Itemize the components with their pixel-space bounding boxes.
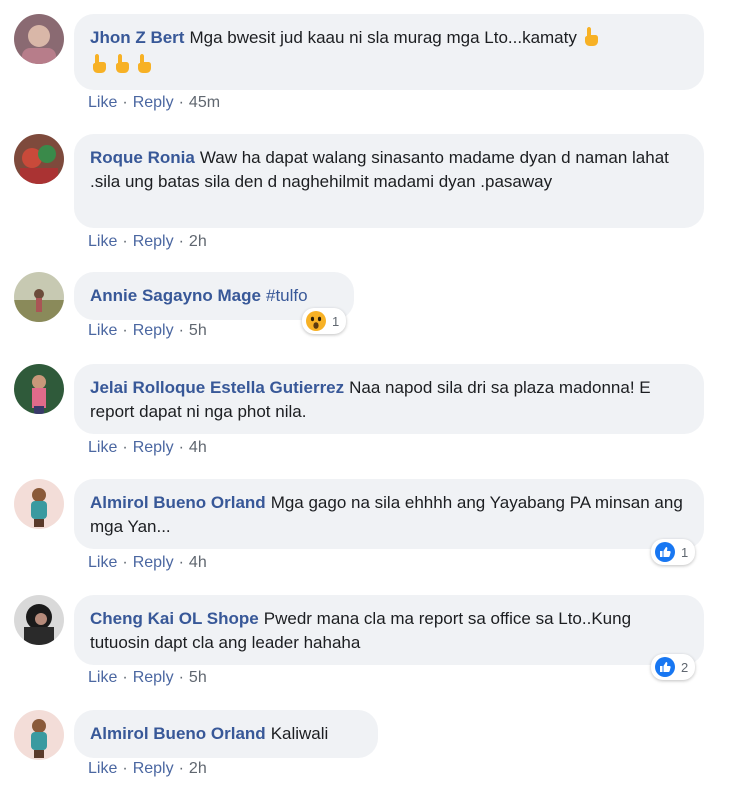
reply-link[interactable]: Reply (133, 760, 174, 777)
like-link[interactable]: Like (88, 760, 117, 777)
avatar[interactable] (14, 272, 64, 322)
comment-author[interactable]: Jelai Rolloque Estella Gutierrez (90, 378, 344, 397)
timestamp[interactable]: 2h (189, 233, 207, 250)
comment-actions: Like · Reply · 2h (88, 760, 207, 777)
timestamp[interactable]: 4h (189, 439, 207, 456)
like-reaction-icon (655, 542, 675, 562)
pointing-up-icon (135, 53, 153, 80)
wow-reaction-icon (306, 311, 326, 331)
reaction-count[interactable]: 1 (651, 539, 696, 565)
reply-link[interactable]: Reply (133, 233, 174, 250)
comment-actions: Like · Reply · 4h (88, 439, 207, 456)
comment-actions: Like · Reply · 5h (88, 322, 207, 339)
like-link[interactable]: Like (88, 439, 117, 456)
comment-text: Kaliwali (270, 724, 329, 743)
like-link[interactable]: Like (88, 233, 117, 250)
reply-link[interactable]: Reply (133, 669, 174, 686)
like-link[interactable]: Like (88, 94, 117, 111)
timestamp[interactable]: 45m (189, 94, 220, 111)
like-reaction-icon (655, 657, 675, 677)
comment-author[interactable]: Almirol Bueno Orland (90, 493, 266, 512)
avatar[interactable] (14, 14, 64, 64)
avatar[interactable] (14, 595, 64, 645)
like-link[interactable]: Like (88, 554, 117, 571)
comment-text: Mga bwesit jud kaau ni sla murag mga Lto… (189, 28, 577, 47)
timestamp[interactable]: 2h (189, 760, 207, 777)
pointing-up-icon (113, 53, 131, 80)
comment-bubble: Jhon Z Bert Mga bwesit jud kaau ni sla mu… (74, 14, 704, 90)
comment-author[interactable]: Annie Sagayno Mage (90, 286, 261, 305)
comment-bubble: Almirol Bueno Orland Kaliwali (74, 710, 378, 758)
avatar[interactable] (14, 134, 64, 184)
comment-author[interactable]: Roque Ronia (90, 148, 195, 167)
hashtag-link[interactable]: #tulfo (266, 286, 308, 305)
reaction-count[interactable]: 2 (651, 654, 696, 680)
pointing-up-icon (582, 26, 600, 53)
comment-actions: Like · Reply · 45m (88, 94, 221, 111)
comment-bubble: Jelai Rolloque Estella Gutierrez Naa napo… (74, 364, 704, 434)
comment-bubble: Roque Ronia Waw ha dapat walang sinasanto… (74, 134, 704, 228)
pointing-up-icon (90, 53, 108, 80)
reply-link[interactable]: Reply (133, 94, 174, 111)
reply-link[interactable]: Reply (133, 439, 174, 456)
reply-link[interactable]: Reply (133, 322, 174, 339)
comment-bubble: Cheng Kai OL Shope Pwedr mana cla ma repo… (74, 595, 704, 665)
reply-link[interactable]: Reply (133, 554, 174, 571)
timestamp[interactable]: 5h (189, 669, 207, 686)
comment-author[interactable]: Almirol Bueno Orland (90, 724, 266, 743)
comment-actions: Like · Reply · 5h (88, 669, 207, 686)
comment-actions: Like · Reply · 4h (88, 554, 207, 571)
timestamp[interactable]: 4h (189, 554, 207, 571)
timestamp[interactable]: 5h (189, 322, 207, 339)
reaction-count-value: 2 (681, 659, 689, 675)
reaction-count-value: 1 (332, 313, 340, 329)
reaction-count[interactable]: 1 (302, 308, 347, 334)
avatar[interactable] (14, 364, 64, 414)
like-link[interactable]: Like (88, 322, 117, 339)
comment-author[interactable]: Cheng Kai OL Shope (90, 609, 259, 628)
like-link[interactable]: Like (88, 669, 117, 686)
comment-author[interactable]: Jhon Z Bert (90, 28, 184, 47)
comment-bubble: Almirol Bueno Orland Mga gago na sila ehh… (74, 479, 704, 549)
avatar[interactable] (14, 479, 64, 529)
comment-actions: Like · Reply · 2h (88, 233, 207, 250)
avatar[interactable] (14, 710, 64, 760)
reaction-count-value: 1 (681, 544, 689, 560)
